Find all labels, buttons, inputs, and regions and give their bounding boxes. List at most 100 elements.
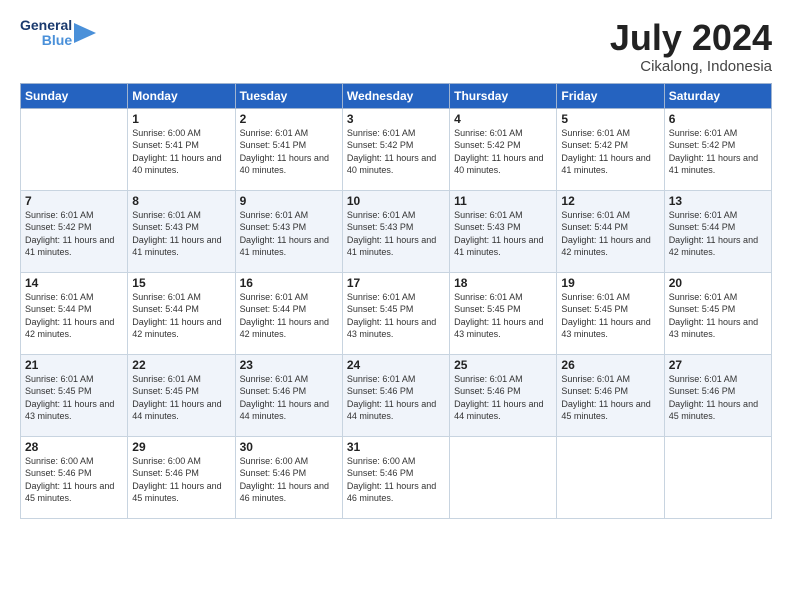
day-number: 31 (347, 440, 445, 454)
day-detail: Sunrise: 6:01 AMSunset: 5:46 PMDaylight:… (669, 374, 758, 422)
day-number: 2 (240, 112, 338, 126)
calendar-week-2: 14 Sunrise: 6:01 AMSunset: 5:44 PMDaylig… (21, 272, 772, 354)
table-row: 1 Sunrise: 6:00 AMSunset: 5:41 PMDayligh… (128, 108, 235, 190)
day-detail: Sunrise: 6:01 AMSunset: 5:46 PMDaylight:… (454, 374, 543, 422)
day-number: 11 (454, 194, 552, 208)
table-row: 2 Sunrise: 6:01 AMSunset: 5:41 PMDayligh… (235, 108, 342, 190)
calendar-page: General Blue July 2024 Cikalong, Indones… (0, 0, 792, 612)
day-detail: Sunrise: 6:01 AMSunset: 5:44 PMDaylight:… (132, 292, 221, 340)
title-block: July 2024 Cikalong, Indonesia (610, 18, 772, 75)
table-row: 11 Sunrise: 6:01 AMSunset: 5:43 PMDaylig… (450, 190, 557, 272)
table-row: 20 Sunrise: 6:01 AMSunset: 5:45 PMDaylig… (664, 272, 771, 354)
day-detail: Sunrise: 6:01 AMSunset: 5:45 PMDaylight:… (347, 292, 436, 340)
header-wednesday: Wednesday (342, 83, 449, 108)
table-row: 7 Sunrise: 6:01 AMSunset: 5:42 PMDayligh… (21, 190, 128, 272)
day-number: 9 (240, 194, 338, 208)
day-detail: Sunrise: 6:01 AMSunset: 5:41 PMDaylight:… (240, 128, 329, 176)
day-number: 10 (347, 194, 445, 208)
day-number: 30 (240, 440, 338, 454)
day-number: 29 (132, 440, 230, 454)
day-detail: Sunrise: 6:00 AMSunset: 5:46 PMDaylight:… (347, 456, 436, 504)
day-detail: Sunrise: 6:01 AMSunset: 5:44 PMDaylight:… (561, 210, 650, 258)
day-number: 22 (132, 358, 230, 372)
table-row: 26 Sunrise: 6:01 AMSunset: 5:46 PMDaylig… (557, 354, 664, 436)
table-row: 31 Sunrise: 6:00 AMSunset: 5:46 PMDaylig… (342, 436, 449, 518)
table-row: 25 Sunrise: 6:01 AMSunset: 5:46 PMDaylig… (450, 354, 557, 436)
day-number: 13 (669, 194, 767, 208)
table-row (664, 436, 771, 518)
day-detail: Sunrise: 6:01 AMSunset: 5:42 PMDaylight:… (561, 128, 650, 176)
day-number: 20 (669, 276, 767, 290)
table-row: 22 Sunrise: 6:01 AMSunset: 5:45 PMDaylig… (128, 354, 235, 436)
table-row: 12 Sunrise: 6:01 AMSunset: 5:44 PMDaylig… (557, 190, 664, 272)
day-detail: Sunrise: 6:01 AMSunset: 5:46 PMDaylight:… (240, 374, 329, 422)
calendar-table: Sunday Monday Tuesday Wednesday Thursday… (20, 83, 772, 519)
day-detail: Sunrise: 6:01 AMSunset: 5:42 PMDaylight:… (454, 128, 543, 176)
table-row: 6 Sunrise: 6:01 AMSunset: 5:42 PMDayligh… (664, 108, 771, 190)
day-detail: Sunrise: 6:01 AMSunset: 5:44 PMDaylight:… (240, 292, 329, 340)
table-row: 23 Sunrise: 6:01 AMSunset: 5:46 PMDaylig… (235, 354, 342, 436)
day-detail: Sunrise: 6:01 AMSunset: 5:45 PMDaylight:… (132, 374, 221, 422)
header-friday: Friday (557, 83, 664, 108)
table-row: 29 Sunrise: 6:00 AMSunset: 5:46 PMDaylig… (128, 436, 235, 518)
day-number: 3 (347, 112, 445, 126)
table-row: 21 Sunrise: 6:01 AMSunset: 5:45 PMDaylig… (21, 354, 128, 436)
table-row: 28 Sunrise: 6:00 AMSunset: 5:46 PMDaylig… (21, 436, 128, 518)
day-detail: Sunrise: 6:00 AMSunset: 5:46 PMDaylight:… (25, 456, 114, 504)
calendar-week-4: 28 Sunrise: 6:00 AMSunset: 5:46 PMDaylig… (21, 436, 772, 518)
day-detail: Sunrise: 6:01 AMSunset: 5:44 PMDaylight:… (669, 210, 758, 258)
day-number: 5 (561, 112, 659, 126)
table-row: 8 Sunrise: 6:01 AMSunset: 5:43 PMDayligh… (128, 190, 235, 272)
day-detail: Sunrise: 6:01 AMSunset: 5:43 PMDaylight:… (240, 210, 329, 258)
day-detail: Sunrise: 6:01 AMSunset: 5:45 PMDaylight:… (561, 292, 650, 340)
table-row: 27 Sunrise: 6:01 AMSunset: 5:46 PMDaylig… (664, 354, 771, 436)
table-row: 19 Sunrise: 6:01 AMSunset: 5:45 PMDaylig… (557, 272, 664, 354)
header-thursday: Thursday (450, 83, 557, 108)
table-row: 13 Sunrise: 6:01 AMSunset: 5:44 PMDaylig… (664, 190, 771, 272)
day-detail: Sunrise: 6:01 AMSunset: 5:43 PMDaylight:… (454, 210, 543, 258)
table-row: 17 Sunrise: 6:01 AMSunset: 5:45 PMDaylig… (342, 272, 449, 354)
table-row (557, 436, 664, 518)
table-row (21, 108, 128, 190)
day-number: 1 (132, 112, 230, 126)
logo: General Blue (20, 18, 96, 49)
day-number: 4 (454, 112, 552, 126)
header-sunday: Sunday (21, 83, 128, 108)
day-detail: Sunrise: 6:01 AMSunset: 5:46 PMDaylight:… (347, 374, 436, 422)
day-detail: Sunrise: 6:01 AMSunset: 5:43 PMDaylight:… (347, 210, 436, 258)
day-detail: Sunrise: 6:01 AMSunset: 5:46 PMDaylight:… (561, 374, 650, 422)
month-title: July 2024 (610, 18, 772, 58)
table-row: 5 Sunrise: 6:01 AMSunset: 5:42 PMDayligh… (557, 108, 664, 190)
table-row: 9 Sunrise: 6:01 AMSunset: 5:43 PMDayligh… (235, 190, 342, 272)
day-detail: Sunrise: 6:00 AMSunset: 5:41 PMDaylight:… (132, 128, 221, 176)
day-number: 19 (561, 276, 659, 290)
day-detail: Sunrise: 6:01 AMSunset: 5:45 PMDaylight:… (669, 292, 758, 340)
table-row: 3 Sunrise: 6:01 AMSunset: 5:42 PMDayligh… (342, 108, 449, 190)
day-number: 15 (132, 276, 230, 290)
day-number: 27 (669, 358, 767, 372)
day-detail: Sunrise: 6:01 AMSunset: 5:45 PMDaylight:… (454, 292, 543, 340)
day-number: 26 (561, 358, 659, 372)
day-detail: Sunrise: 6:01 AMSunset: 5:45 PMDaylight:… (25, 374, 114, 422)
day-detail: Sunrise: 6:01 AMSunset: 5:42 PMDaylight:… (347, 128, 436, 176)
day-detail: Sunrise: 6:01 AMSunset: 5:43 PMDaylight:… (132, 210, 221, 258)
header: General Blue July 2024 Cikalong, Indones… (20, 18, 772, 75)
day-number: 17 (347, 276, 445, 290)
day-number: 7 (25, 194, 123, 208)
day-detail: Sunrise: 6:00 AMSunset: 5:46 PMDaylight:… (132, 456, 221, 504)
day-number: 25 (454, 358, 552, 372)
table-row (450, 436, 557, 518)
location: Cikalong, Indonesia (610, 58, 772, 75)
day-number: 6 (669, 112, 767, 126)
table-row: 14 Sunrise: 6:01 AMSunset: 5:44 PMDaylig… (21, 272, 128, 354)
table-row: 4 Sunrise: 6:01 AMSunset: 5:42 PMDayligh… (450, 108, 557, 190)
day-detail: Sunrise: 6:01 AMSunset: 5:42 PMDaylight:… (25, 210, 114, 258)
day-number: 16 (240, 276, 338, 290)
day-number: 8 (132, 194, 230, 208)
day-detail: Sunrise: 6:01 AMSunset: 5:44 PMDaylight:… (25, 292, 114, 340)
day-number: 14 (25, 276, 123, 290)
day-number: 23 (240, 358, 338, 372)
logo-arrow-icon (74, 19, 96, 47)
table-row: 30 Sunrise: 6:00 AMSunset: 5:46 PMDaylig… (235, 436, 342, 518)
header-monday: Monday (128, 83, 235, 108)
